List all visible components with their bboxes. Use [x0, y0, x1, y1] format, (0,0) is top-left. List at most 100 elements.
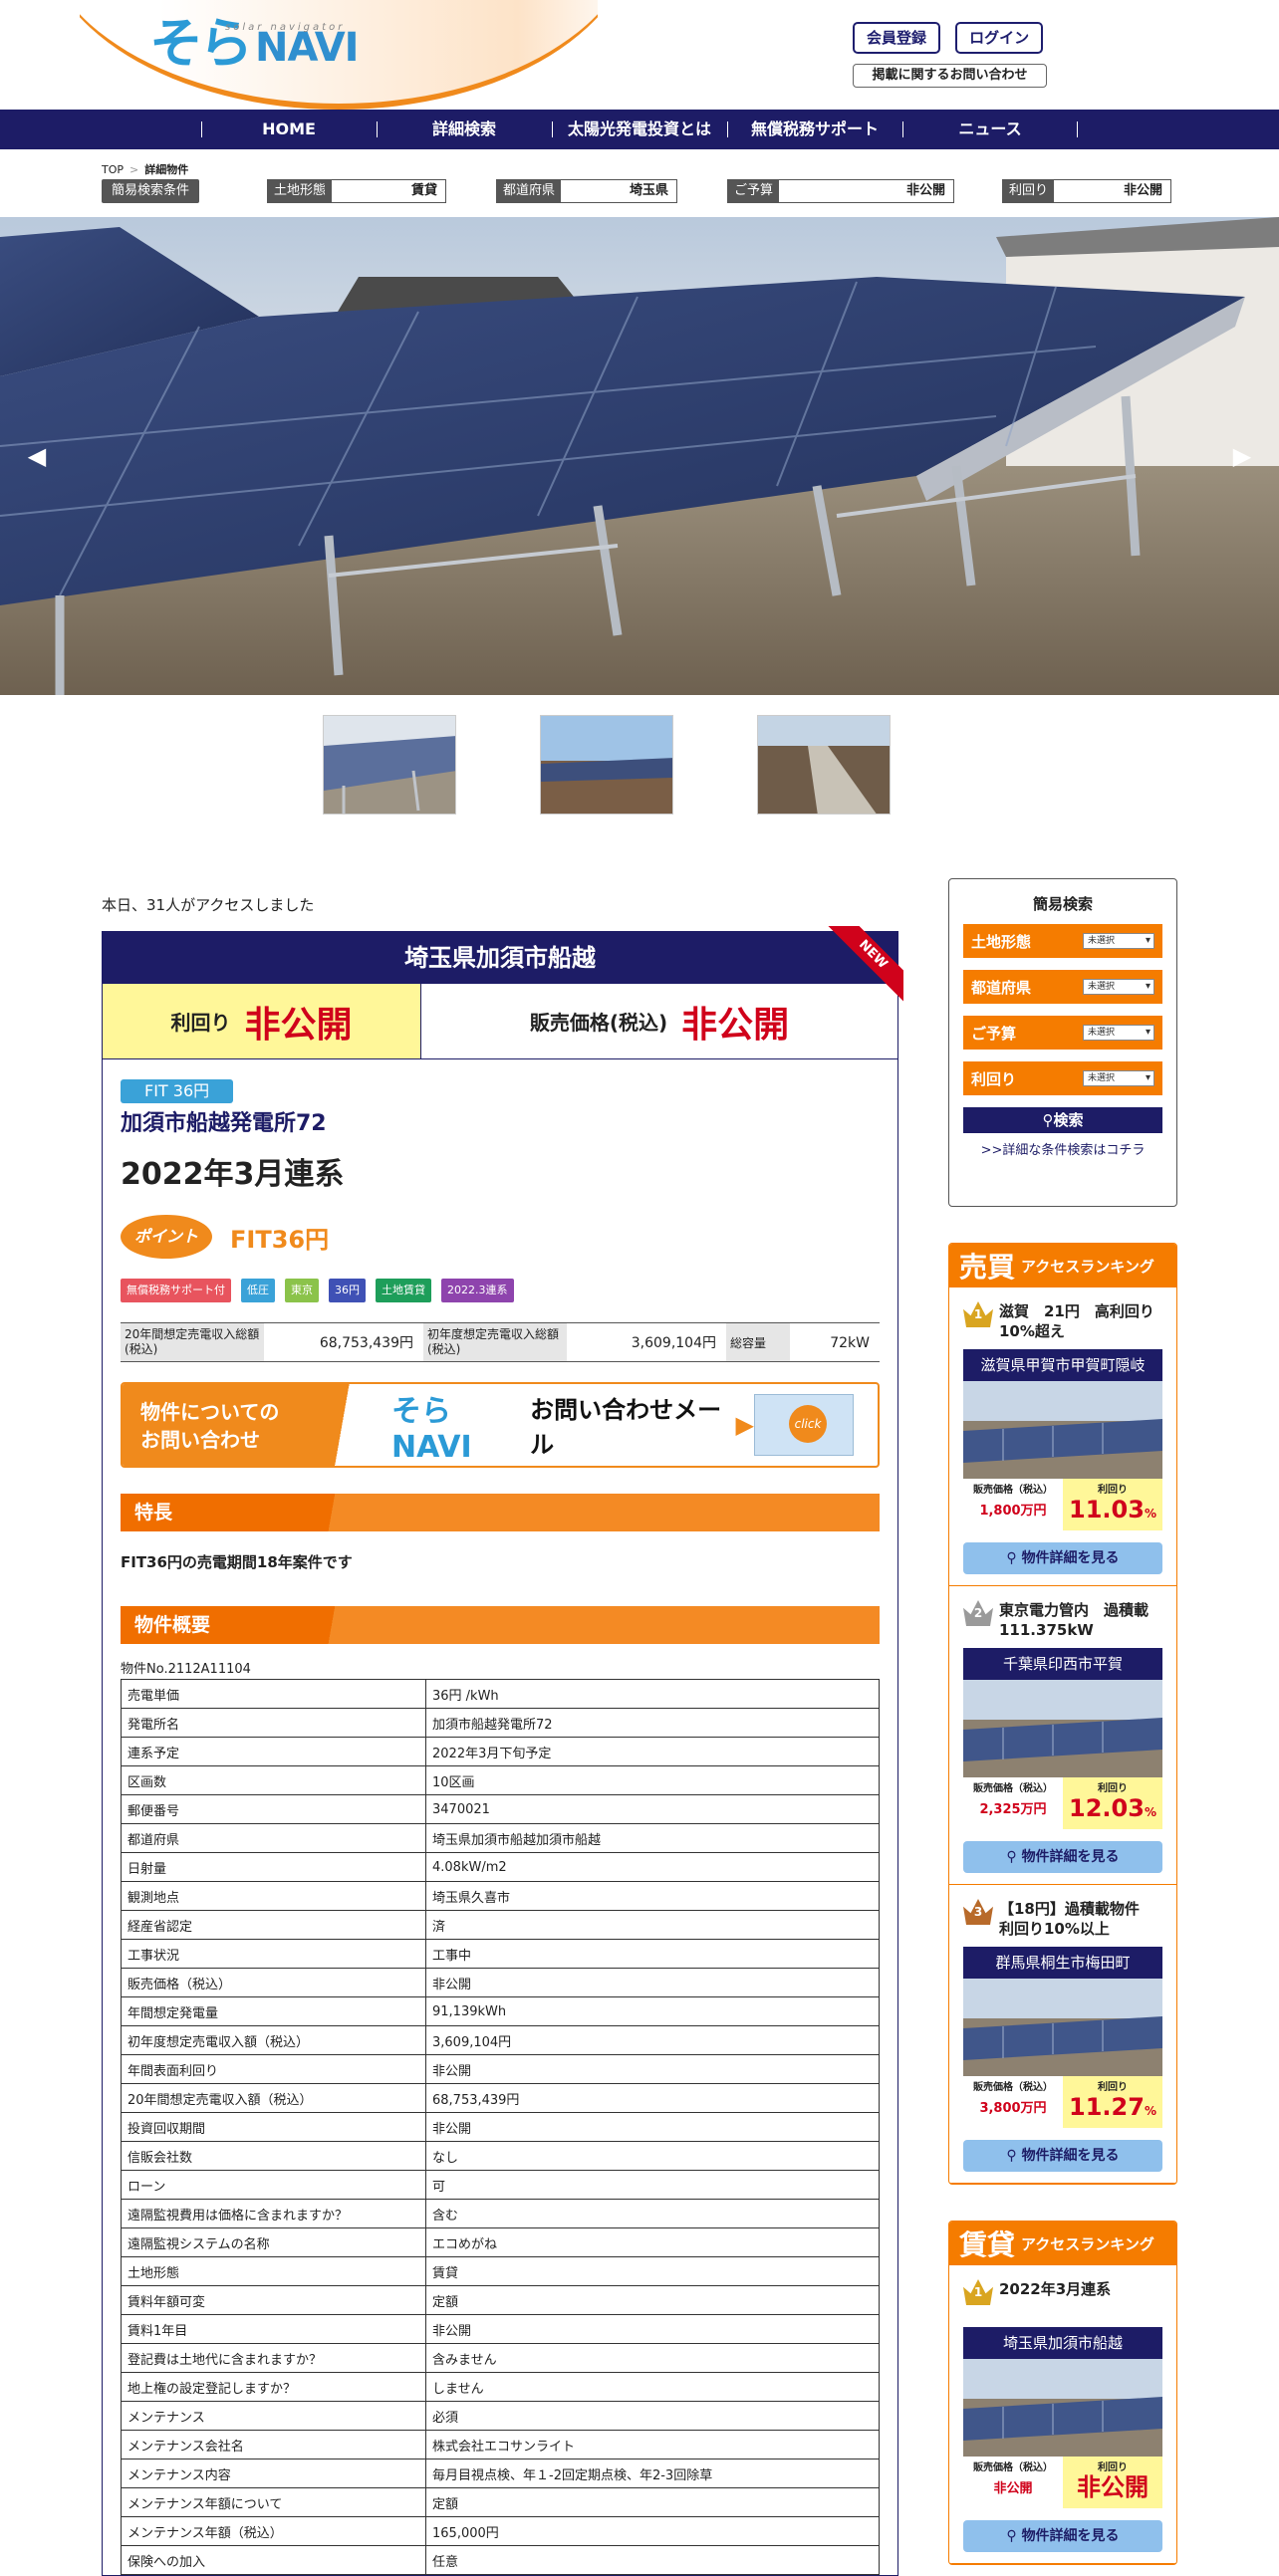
- ranking-price: 2,325万円: [979, 1802, 1047, 1817]
- spec-key: 郵便番号: [121, 1794, 426, 1824]
- quick-field-value: 賃貸: [410, 183, 437, 198]
- fit-badge: FIT 36円: [121, 1079, 234, 1103]
- spec-row: メンテナンス会社名 株式会社エコサンライト: [121, 2430, 880, 2459]
- listing-inquiry-button[interactable]: 掲載に関するお問い合わせ: [853, 64, 1047, 88]
- sale-ranking: 売買 アクセスランキング 1 滋賀 21円 高利回り10%超え 滋賀県甲賀市甲賀町隠岐…: [948, 1243, 1177, 2185]
- view-detail-button[interactable]: ⚲ 物件詳細を見る: [963, 1542, 1162, 1574]
- select-dropdown[interactable]: 未選択: [1083, 1070, 1154, 1086]
- nav-news[interactable]: ニュース: [902, 110, 1078, 149]
- tag: 36円: [329, 1279, 366, 1302]
- spec-key: 賃料1年目: [121, 2314, 426, 2344]
- summary-key: 総容量: [726, 1323, 790, 1361]
- spec-value: なし: [425, 2141, 880, 2171]
- quick-conditions-label: 簡易検索条件: [102, 179, 200, 203]
- register-button[interactable]: 会員登録: [853, 22, 941, 54]
- spec-key: 日射量: [121, 1852, 426, 1882]
- select-land-type[interactable]: 土地形態 未選択: [963, 924, 1162, 958]
- envelope-icon: click: [754, 1394, 854, 1456]
- search-button[interactable]: ⚲検索: [963, 1107, 1162, 1133]
- ranking-yield-label: 利回り: [1098, 2462, 1128, 2473]
- main-content: 本日、31人がアクセスしました 埼玉県加須市船越 NEW 利回り 非公開 販売価格…: [102, 874, 903, 2576]
- ranking-location: 滋賀県甲賀市甲賀町隠岐: [963, 1349, 1162, 1381]
- view-detail-button[interactable]: ⚲ 物件詳細を見る: [963, 2140, 1162, 2172]
- view-detail-label: 物件詳細を見る: [1021, 1550, 1120, 1566]
- spec-value: 埼玉県加須市船越加須市船越: [425, 1823, 880, 1853]
- spec-row: 賃料1年目 非公開: [121, 2314, 880, 2344]
- inquiry-mail-banner[interactable]: 物件についての お問い合わせ そらNAVI お問い合わせメール ▶ click: [121, 1382, 880, 1468]
- slider-next-button[interactable]: ▶: [1227, 436, 1257, 476]
- quick-field-value: 埼玉県: [629, 183, 668, 198]
- property-body: FIT 36円 加須市船越発電所72 2022年3月連系 ポイント FIT36円…: [103, 1059, 897, 2575]
- spec-key: メンテナンス会社名: [121, 2430, 426, 2459]
- spec-key: メンテナンス内容: [121, 2459, 426, 2488]
- nav-home[interactable]: HOME: [201, 110, 377, 149]
- spec-value: 賃貸: [425, 2256, 880, 2286]
- detail-search-link[interactable]: >>詳細な条件検索はコチラ: [963, 1139, 1162, 1158]
- spec-value: 株式会社エコサンライト: [425, 2430, 880, 2459]
- spec-key: 連系予定: [121, 1737, 426, 1766]
- select-yield[interactable]: 利回り 未選択: [963, 1061, 1162, 1095]
- spec-value: しません: [425, 2372, 880, 2402]
- select-prefecture[interactable]: 都道府県 未選択: [963, 970, 1162, 1004]
- spec-row: 販売価格（税込） 非公開: [121, 1968, 880, 1997]
- login-button[interactable]: ログイン: [955, 22, 1044, 54]
- tag: 2022.3連系: [441, 1279, 514, 1302]
- select-budget[interactable]: ご予算 未選択: [963, 1016, 1162, 1050]
- banner-line-1: 物件についての: [140, 1400, 280, 1424]
- spec-row: 区画数 10区画: [121, 1765, 880, 1795]
- nav-solar-investment[interactable]: 太陽光発電投資とは: [552, 110, 727, 149]
- ranking-title[interactable]: 2022年3月連系: [999, 2279, 1111, 2299]
- view-detail-label: 物件詳細を見る: [1021, 2148, 1120, 2164]
- select-dropdown[interactable]: 未選択: [1083, 1025, 1154, 1041]
- select-label: 土地形態: [971, 932, 1032, 951]
- ranking-photo[interactable]: [963, 2359, 1162, 2457]
- slider-prev-button[interactable]: ◀: [22, 436, 52, 476]
- summary-value: 72kW: [830, 1335, 870, 1351]
- spec-row: 発電所名 加須市船越発電所72: [121, 1708, 880, 1738]
- banner-logo: そらNAVI: [391, 1393, 472, 1465]
- ranking-title[interactable]: 滋賀 21円 高利回り10%超え: [999, 1301, 1162, 1341]
- spec-row: 売電単価 36円 /kWh: [121, 1679, 880, 1709]
- spec-value: 10区画: [425, 1765, 880, 1795]
- yield-label: 利回り: [170, 1011, 231, 1035]
- ranking-photo[interactable]: [963, 1680, 1162, 1777]
- nav-detail-search[interactable]: 詳細検索: [377, 110, 552, 149]
- thumbnail-1[interactable]: [323, 715, 456, 815]
- ranking-title[interactable]: 東京電力管内 過積載111.375kW: [999, 1600, 1162, 1640]
- logo-subtitle: solar navigator: [225, 22, 346, 33]
- site-logo[interactable]: solar navigator そら NAVI: [149, 14, 360, 74]
- spec-key: 都道府県: [121, 1823, 426, 1853]
- nav-tax-support[interactable]: 無償税務サポート: [727, 110, 902, 149]
- spec-value: 含む: [425, 2199, 880, 2228]
- thumbnail-2[interactable]: [540, 715, 673, 815]
- spec-value: 非公開: [425, 1968, 880, 1997]
- view-detail-button[interactable]: ⚲ 物件詳細を見る: [963, 2520, 1162, 2552]
- spec-value: 非公開: [425, 2054, 880, 2084]
- breadcrumb-top[interactable]: TOP: [102, 163, 124, 176]
- rank-crown-icon: 1: [963, 1301, 993, 1327]
- spec-key: 年間想定発電量: [121, 1996, 426, 2026]
- spec-key: 年間表面利回り: [121, 2054, 426, 2084]
- ranking-photo[interactable]: [963, 1979, 1162, 2076]
- quick-field-budget: ご予算 非公開: [727, 179, 954, 203]
- spec-key: 工事状況: [121, 1939, 426, 1969]
- feature-heading: 特長: [121, 1494, 880, 1531]
- thumbnail-3[interactable]: [757, 715, 891, 815]
- spec-row: 連系予定 2022年3月下旬予定: [121, 1737, 880, 1766]
- spec-key: 売電単価: [121, 1679, 426, 1709]
- ranking-yield: 12.03: [1069, 1794, 1145, 1822]
- select-dropdown[interactable]: 未選択: [1083, 979, 1154, 995]
- solar-panel-photo: [0, 217, 1279, 695]
- ranking-photo[interactable]: [963, 1381, 1162, 1479]
- view-detail-button[interactable]: ⚲ 物件詳細を見る: [963, 1841, 1162, 1873]
- rent-ranking-big: 賃貸: [959, 2228, 1016, 2261]
- point-text: FIT36円: [230, 1225, 330, 1254]
- spec-row: メンテナンス内容 毎月目視点検、年１-2回定期点検、年2-3回除草: [121, 2459, 880, 2488]
- spec-row: 遠隔監視システムの名称 エコめがね: [121, 2227, 880, 2257]
- view-detail-label: 物件詳細を見る: [1021, 1849, 1120, 1865]
- ranking-yield-unit: %: [1144, 2104, 1156, 2118]
- spec-value: 必須: [425, 2401, 880, 2431]
- ranking-yield-unit: %: [1144, 1507, 1156, 1521]
- select-dropdown[interactable]: 未選択: [1083, 933, 1154, 949]
- ranking-title[interactable]: 【18円】過積載物件 利回り10%以上: [999, 1899, 1162, 1939]
